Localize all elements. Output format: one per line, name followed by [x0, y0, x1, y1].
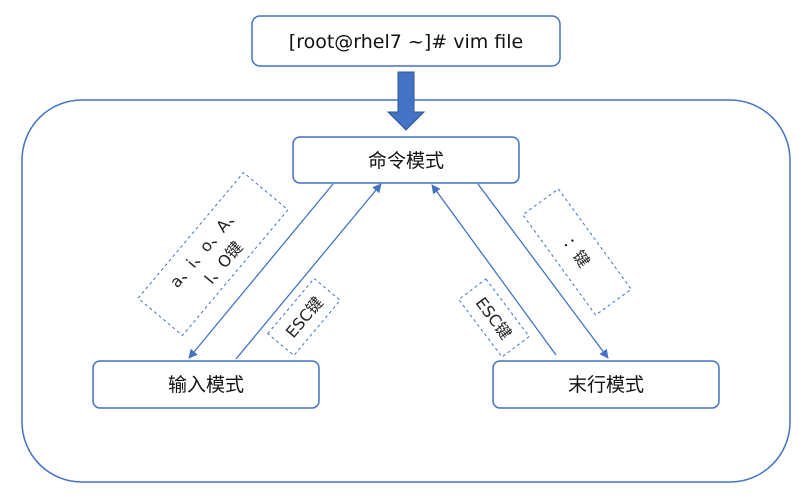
lastline-mode-label: 末行模式 — [568, 374, 644, 396]
lastline-mode-box: 末行模式 — [492, 360, 720, 409]
label-to-lastline: ：键 — [522, 188, 632, 316]
command-mode-label: 命令模式 — [368, 150, 444, 172]
command-mode-box: 命令模式 — [292, 136, 520, 184]
insert-mode-box: 输入模式 — [92, 360, 320, 409]
vim-mode-diagram: [root@rhel7 ~]# vim file 命令模式 输入模式 末行模式 … — [21, 15, 791, 483]
label-to-insert: a、i、o、A、 I、O键 — [137, 171, 289, 337]
insert-mode-label: 输入模式 — [168, 374, 244, 396]
entry-arrow — [386, 71, 426, 131]
label-insert-to-command: ESC键 — [267, 277, 341, 357]
label-lastline-to-command: ESC键 — [458, 278, 530, 358]
command-line-box: [root@rhel7 ~]# vim file — [251, 15, 561, 67]
command-line-text: [root@rhel7 ~]# vim file — [289, 31, 523, 53]
